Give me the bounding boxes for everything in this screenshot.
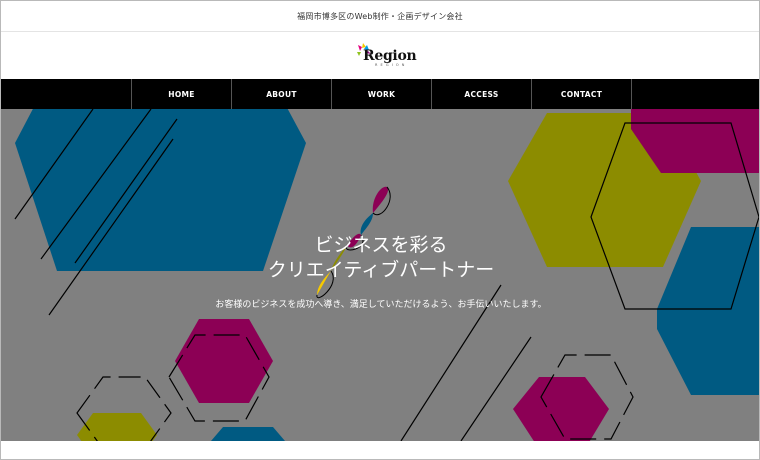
hero-title-line2: クリエイティブパートナー <box>267 259 495 281</box>
nav-about[interactable]: ABOUT <box>231 79 331 109</box>
page-bottom <box>1 441 759 459</box>
hero-section: ビジネスを彩る クリエイティブパートナー お客様のビジネスを成功へ導き、満足して… <box>1 109 759 441</box>
nav-work[interactable]: WORK <box>331 79 431 109</box>
nav-divider <box>631 79 632 109</box>
header-divider <box>1 31 759 32</box>
site-tagline: 福岡市博多区のWeb制作・企画デザイン会社 <box>297 11 463 21</box>
logo-subtext: R E G I O N <box>375 63 406 67</box>
nav-access[interactable]: ACCESS <box>431 79 531 109</box>
site-logo[interactable]: Region R E G I O N <box>347 41 417 71</box>
global-nav: HOME ABOUT WORK ACCESS CONTACT <box>1 79 759 109</box>
browser-frame: 福岡市博多区のWeb制作・企画デザイン会社 Region R E G I O N… <box>0 0 760 460</box>
hex-olive-bottom <box>77 413 157 441</box>
hex-blue-bottom <box>211 427 285 441</box>
nav-contact[interactable]: CONTACT <box>531 79 631 109</box>
nav-home[interactable]: HOME <box>131 79 231 109</box>
hex-magenta-left <box>175 319 273 403</box>
logo-text: Region <box>363 48 417 64</box>
hero-title-line1: ビジネスを彩る <box>314 234 448 256</box>
hero-subtitle: お客様のビジネスを成功へ導き、満足していただけるよう、お手伝いいたします。 <box>215 300 547 310</box>
hex-blue-right <box>657 227 759 395</box>
